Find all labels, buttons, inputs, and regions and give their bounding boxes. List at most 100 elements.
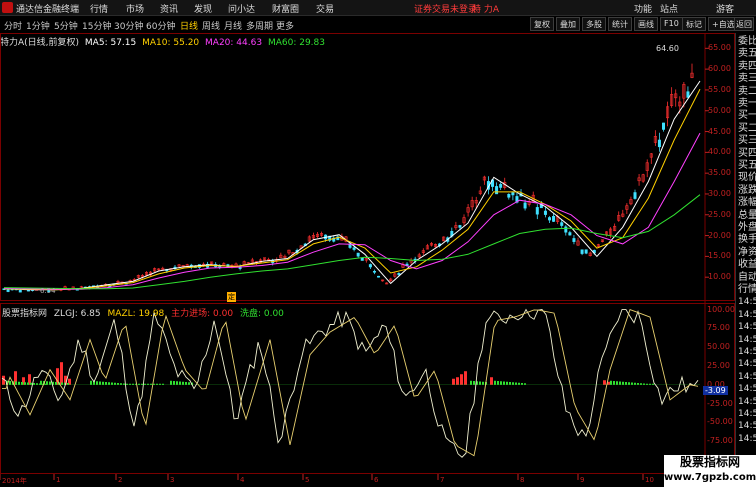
candle-body (377, 275, 381, 278)
sidebar-label: 外盘 (738, 222, 756, 233)
candle-body (662, 122, 666, 130)
sidebar-label[interactable]: 14:5 (738, 371, 756, 383)
zlgj-label: ZLGJ: 6.85 (53, 309, 101, 319)
price-tick-label: 25.00 (708, 209, 731, 219)
axis-ticks-group (0, 47, 709, 480)
watermark-line1: 股票指标网 (679, 455, 740, 469)
sidebar-label: 卖四 (738, 60, 756, 72)
indicator-green-bar (188, 382, 190, 385)
indicator-green-bar (482, 381, 484, 385)
sidebar-label: 买二 (738, 122, 756, 134)
month-label: 5 (305, 476, 310, 484)
month-label: 2 (118, 476, 123, 484)
candle-body (368, 264, 372, 268)
mazl-label: MAZL: 19.98 (107, 309, 165, 319)
sidebar-label[interactable]: 14:5 (738, 309, 756, 321)
price-tick-label: 40.00 (708, 147, 731, 157)
indicator-name[interactable]: 股票指标网 (2, 309, 47, 319)
indicator-green-bar (500, 381, 502, 385)
sidebar-label[interactable]: 14:5 (738, 296, 756, 308)
xp-label: 洗盘: 0.00 (239, 309, 284, 319)
sidebar-label[interactable]: 14:5 (738, 346, 756, 358)
month-label: 3 (170, 476, 175, 484)
candle-body (26, 289, 30, 292)
indicator-green-bar (170, 380, 172, 385)
indicator-green-bar (185, 382, 187, 385)
candle-body (6, 289, 10, 292)
sidebar-label: 涨幅 (738, 197, 756, 209)
indicator-green-bar (102, 381, 104, 385)
candle-body (18, 290, 22, 293)
indicator-green-bar (30, 382, 32, 385)
sidebar-label[interactable]: 14:5 (738, 420, 756, 432)
ma-lines-group (3, 80, 701, 291)
sidebar-label: 卖三 (738, 73, 756, 85)
indicator-green-bar (503, 381, 505, 385)
kline-chart[interactable] (0, 0, 756, 487)
indicator-red-bar (452, 378, 455, 385)
indicator-red-bar (464, 371, 467, 385)
watermark: 股票指标网 www.7gpzb.com (664, 455, 756, 487)
sidebar-label: 卖二 (738, 85, 756, 97)
indicator-tick-label: 100.00 (707, 304, 735, 314)
indicator-green-bar (616, 381, 618, 385)
indicator-green-bar (173, 381, 175, 385)
indicator-green-bar (61, 382, 63, 385)
price-tick-label: 20.00 (708, 230, 731, 240)
month-label: 2014年 (2, 477, 27, 485)
sidebar-label[interactable]: 14:5 (738, 383, 756, 395)
ma20-line (3, 132, 701, 290)
indicator-green-bar (497, 381, 499, 385)
indicator-green-bar (67, 383, 69, 385)
price-tick-label: 30.00 (708, 188, 731, 198)
sidebar-label[interactable]: 自动 (738, 272, 756, 284)
sidebar-label[interactable]: 14:5 (738, 334, 756, 346)
candle-body (523, 202, 527, 209)
indicator-green-bar (21, 382, 23, 385)
indicator-green-bar (179, 381, 181, 385)
candle-body (564, 226, 568, 233)
indicator-green-bar (512, 382, 514, 385)
marker-badge[interactable]: 定 (227, 292, 236, 302)
candle-body (548, 217, 552, 221)
zljc-label: 主力进场: 0.00 (171, 309, 234, 319)
indicator-red-bar (60, 362, 63, 385)
sidebar-label[interactable]: 14:5 (738, 408, 756, 420)
candle-body (356, 252, 360, 257)
indicator-green-bar (105, 382, 107, 385)
month-label: 4 (240, 476, 245, 484)
candle-body (499, 184, 503, 188)
indicator-green-bar (111, 382, 113, 385)
indicator-info-line: 股票指标网 ZLGJ: 6.85 MAZL: 19.98 主力进场: 0.00 … (2, 306, 288, 319)
indicator-green-bar (27, 382, 29, 385)
indicator-green-bar (509, 382, 511, 385)
indicator-current-value: -3.09 (703, 386, 728, 395)
sidebar-label: 总量 (738, 209, 756, 221)
month-label: 7 (440, 476, 445, 484)
candle-body (568, 232, 572, 236)
indicator-green-bar (521, 383, 523, 385)
sidebar-label: 买五 (738, 160, 756, 171)
indicator-pane-frame (0, 303, 735, 474)
ma10-line (3, 88, 701, 291)
sidebar-label: 委比 (738, 36, 756, 47)
indicator-green-bar (622, 381, 624, 385)
sidebar-label[interactable]: 14:5 (738, 358, 756, 370)
indicator-green-bar (15, 381, 17, 385)
sidebar-label[interactable]: 14:5 (738, 433, 756, 445)
sidebar-label[interactable]: 14:5 (738, 321, 756, 333)
indicator-red-bar (460, 374, 463, 385)
low-annotation: 6.54 (40, 287, 56, 295)
indicator-green-bar (518, 382, 520, 385)
month-label: 9 (580, 476, 585, 484)
indicator-green-bar (619, 381, 621, 385)
sidebar-label[interactable]: 14:5 (738, 396, 756, 408)
indicator-tick-label: 25.00 (707, 360, 730, 370)
sidebar-label: 卖一 (738, 98, 756, 109)
sidebar-label: 收益 (738, 259, 756, 271)
indicator-green-bar (176, 381, 178, 385)
candle-body (495, 186, 499, 195)
indicator-green-bar (470, 380, 472, 385)
high-annotation: 64.60 (656, 44, 679, 53)
sidebar-label[interactable]: 行情 (738, 284, 756, 296)
